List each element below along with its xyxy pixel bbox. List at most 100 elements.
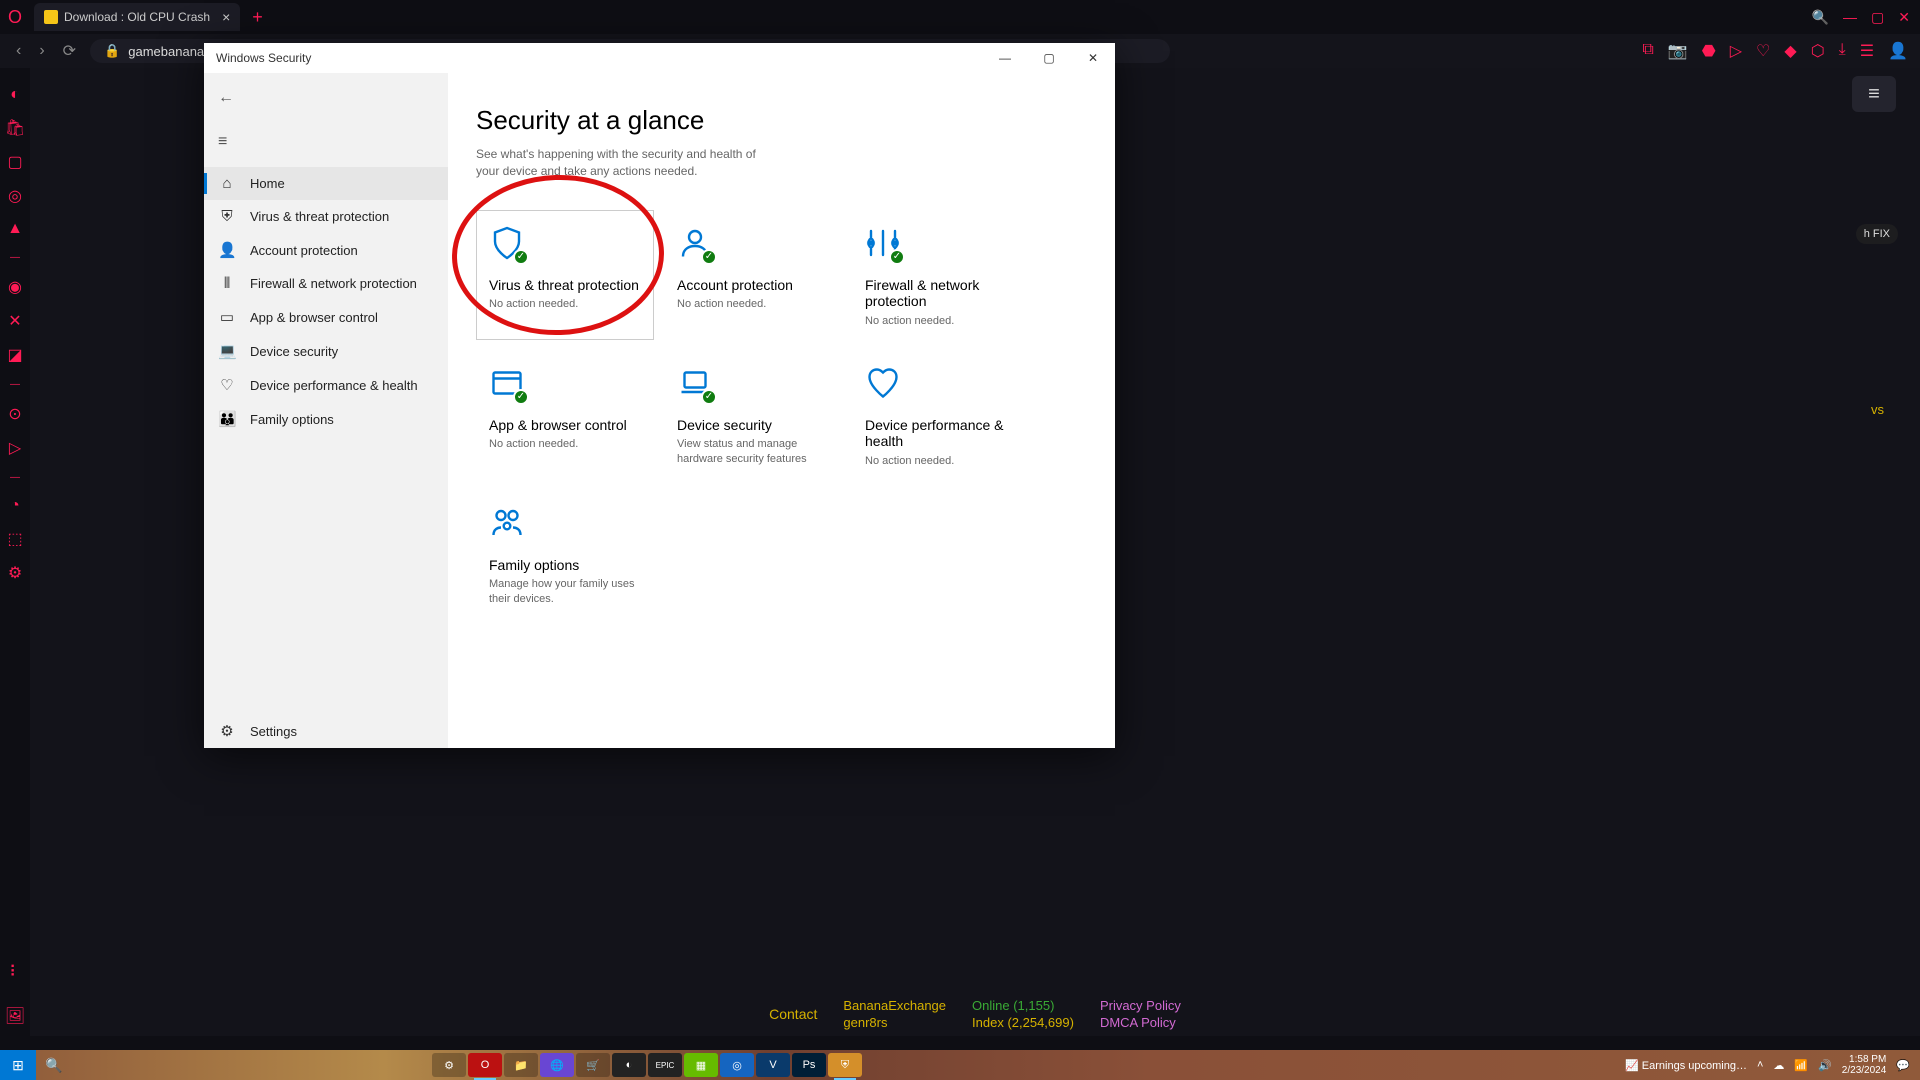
box-icon[interactable]: ⬡: [1811, 41, 1825, 61]
laptop-icon: 💻: [218, 342, 236, 360]
sidebar-item-icon[interactable]: 🖼: [5, 1006, 25, 1026]
nav-item-performance[interactable]: ♡Device performance & health: [204, 368, 448, 402]
nav-back-icon[interactable]: ←: [204, 81, 448, 115]
page-chip[interactable]: h FIX: [1856, 224, 1898, 244]
nav-item-account[interactable]: 👤Account protection: [204, 233, 448, 267]
footer-link-exchange[interactable]: BananaExchange: [843, 998, 946, 1013]
taskbar-search-button[interactable]: 🔍: [36, 1057, 72, 1074]
tab-close-button[interactable]: ×: [222, 9, 230, 25]
taskbar-app-icon[interactable]: V: [756, 1053, 790, 1077]
card-family-options[interactable]: Family options Manage how your family us…: [476, 490, 654, 620]
window-close-button[interactable]: ✕: [1071, 43, 1115, 73]
sidebar-item-icon[interactable]: ▢: [7, 152, 22, 172]
taskbar-app-icon[interactable]: Ps: [792, 1053, 826, 1077]
nav-item-family[interactable]: 👪Family options: [204, 402, 448, 436]
nav-item-device[interactable]: 💻Device security: [204, 334, 448, 368]
card-firewall[interactable]: ✓ Firewall & network protection No actio…: [852, 210, 1030, 340]
heart-icon[interactable]: ♡: [1756, 41, 1770, 61]
browser-close-button[interactable]: ✕: [1898, 9, 1910, 26]
taskbar-app-icon[interactable]: ⛨: [828, 1053, 862, 1077]
nav-back-button[interactable]: ‹: [12, 42, 25, 60]
nav-item-home[interactable]: ⌂Home: [204, 167, 448, 200]
browser-tab[interactable]: Download : Old CPU Crash ×: [34, 3, 240, 31]
window-check-icon: ✓: [489, 365, 525, 401]
page-subtitle: See what's happening with the security a…: [476, 146, 776, 180]
card-virus-threat[interactable]: ✓ Virus & threat protection No action ne…: [476, 210, 654, 340]
tray-chevron-icon[interactable]: ˄: [1757, 1059, 1763, 1071]
opera-logo-icon[interactable]: O: [0, 7, 30, 28]
card-device-security[interactable]: ✓ Device security View status and manage…: [664, 350, 842, 480]
taskbar-app-icon[interactable]: ◎: [720, 1053, 754, 1077]
window-minimize-button[interactable]: —: [983, 43, 1027, 73]
taskbar-app-icon[interactable]: ⚙: [432, 1053, 466, 1077]
tray-news-widget[interactable]: 📈 Earnings upcoming…: [1625, 1059, 1747, 1072]
taskbar-app-icon[interactable]: 🛒: [576, 1053, 610, 1077]
footer-online-count[interactable]: Online (1,155): [972, 998, 1054, 1013]
taskbar-app-icon[interactable]: EPIC: [648, 1053, 682, 1077]
card-performance-health[interactable]: Device performance & health No action ne…: [852, 350, 1030, 480]
taskbar-app-icon[interactable]: ◐: [612, 1053, 646, 1077]
tray-volume-icon[interactable]: 🔊: [1818, 1059, 1832, 1072]
start-button[interactable]: ⊞: [0, 1050, 36, 1080]
nav-reload-button[interactable]: ⟳: [59, 41, 80, 61]
browser-search-icon[interactable]: 🔍: [1812, 9, 1829, 26]
footer-link-contact[interactable]: Contact: [769, 1006, 817, 1022]
sidebar-item-icon[interactable]: ◪: [7, 345, 22, 365]
sidebar-more-icon[interactable]: ⠇: [9, 962, 21, 982]
page-menu-button[interactable]: ≡: [1852, 76, 1896, 112]
sidebar-item-icon[interactable]: —: [10, 472, 20, 483]
sidebar-item-icon[interactable]: ▷: [9, 438, 21, 458]
sidebar-item-icon[interactable]: ⊙: [8, 404, 21, 424]
sidebar-item-icon[interactable]: ▲: [7, 220, 23, 238]
window-maximize-button[interactable]: ▢: [1027, 43, 1071, 73]
browser-maximize-button[interactable]: ▢: [1871, 9, 1884, 26]
footer-link-dmca[interactable]: DMCA Policy: [1100, 1015, 1176, 1030]
taskbar-app-icon[interactable]: 🌐: [540, 1053, 574, 1077]
sidebar-item-icon[interactable]: ◎: [8, 186, 22, 206]
nav-forward-button[interactable]: ›: [35, 42, 48, 60]
nav-item-firewall[interactable]: ⦀Firewall & network protection: [204, 267, 448, 300]
sidebar-item-icon[interactable]: ◔: [10, 497, 20, 515]
card-subtitle: No action needed.: [865, 454, 1017, 468]
sidebar-item-icon[interactable]: —: [10, 379, 20, 390]
cube-icon[interactable]: ◆: [1784, 41, 1796, 61]
easy-setup-icon[interactable]: ☰: [1860, 41, 1874, 61]
nav-item-app[interactable]: ▭App & browser control: [204, 300, 448, 334]
taskbar-app-icon[interactable]: ▦: [684, 1053, 718, 1077]
nav-menu-icon[interactable]: ≡: [204, 125, 448, 159]
sidebar-item-icon[interactable]: ⚙: [8, 563, 22, 583]
sidebar-item-icon[interactable]: ⬚: [7, 529, 22, 549]
tray-cloud-icon[interactable]: ☁: [1773, 1059, 1784, 1072]
family-icon: 👪: [218, 410, 236, 428]
tray-clock[interactable]: 1:58 PM 2/23/2024: [1842, 1054, 1887, 1076]
sidebar-item-icon[interactable]: ◉: [8, 277, 22, 297]
download-icon[interactable]: ⤓: [1839, 41, 1846, 61]
card-subtitle: View status and manage hardware security…: [677, 437, 829, 466]
window-title-bar[interactable]: Windows Security — ▢ ✕: [204, 43, 1115, 73]
profile-icon[interactable]: 👤: [1888, 41, 1908, 61]
tray-wifi-icon[interactable]: 📶: [1794, 1059, 1808, 1072]
new-tab-button[interactable]: +: [252, 7, 263, 28]
page-title: Security at a glance: [476, 105, 1087, 136]
footer-link-genr8rs[interactable]: genr8rs: [843, 1015, 887, 1030]
footer-link-privacy[interactable]: Privacy Policy: [1100, 998, 1181, 1013]
nav-item-settings[interactable]: ⚙Settings: [204, 714, 448, 748]
tray-notifications-icon[interactable]: 💬: [1896, 1059, 1910, 1072]
taskbar-app-icon[interactable]: O: [468, 1053, 502, 1077]
sidebar-item-icon[interactable]: ✕: [8, 311, 21, 331]
nav-item-virus[interactable]: ⛨Virus & threat protection: [204, 200, 448, 233]
taskbar-app-icon[interactable]: 📁: [504, 1053, 538, 1077]
shield-icon[interactable]: ⬣: [1702, 41, 1716, 61]
snapshot-icon[interactable]: ⧉: [1642, 41, 1653, 61]
footer-index-count[interactable]: Index (2,254,699): [972, 1015, 1074, 1030]
card-app-browser[interactable]: ✓ App & browser control No action needed…: [476, 350, 654, 480]
camera-icon[interactable]: 📷: [1668, 41, 1688, 61]
sidebar-item-icon[interactable]: —: [10, 252, 20, 263]
windows-taskbar[interactable]: ⊞ 🔍 ⚙ O 📁 🌐 🛒 ◐ EPIC ▦ ◎ V Ps ⛨ 📈 Earnin…: [0, 1050, 1920, 1080]
laptop-check-icon: ✓: [677, 365, 713, 401]
sidebar-item-icon[interactable]: ◐: [10, 86, 20, 104]
browser-minimize-button[interactable]: —: [1843, 9, 1857, 26]
send-icon[interactable]: ▷: [1730, 41, 1742, 61]
sidebar-item-icon[interactable]: 🛍: [5, 118, 25, 138]
card-account-protection[interactable]: ✓ Account protection No action needed.: [664, 210, 842, 340]
